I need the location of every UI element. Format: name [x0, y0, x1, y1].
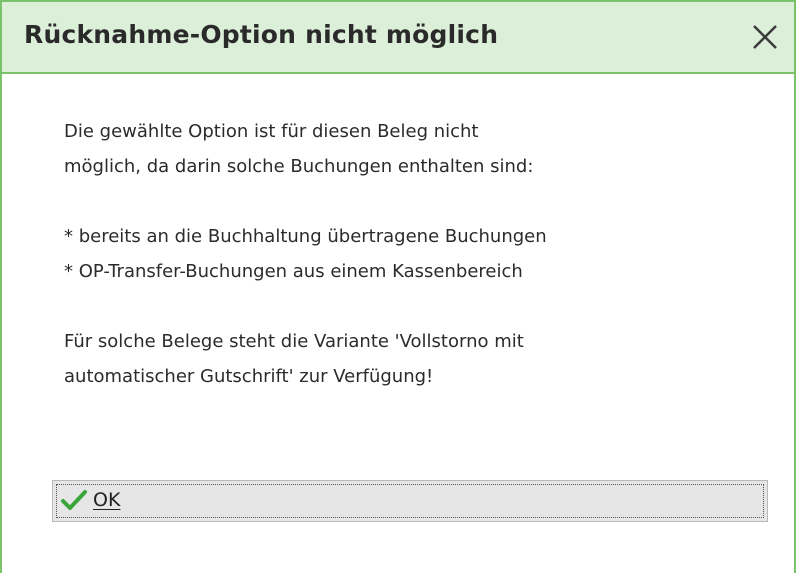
message-bullet: * OP-Transfer-Buchungen aus einem Kassen…: [64, 261, 523, 282]
message-bullet: * bereits an die Buchhaltung übertragene…: [64, 226, 547, 247]
close-button[interactable]: [748, 20, 782, 54]
dialog-title: Rücknahme-Option nicht möglich: [24, 20, 499, 49]
close-icon: [753, 25, 777, 49]
focus-outline: [56, 484, 764, 518]
ok-button-label: OK: [93, 489, 121, 511]
message-line: Für solche Belege steht die Variante 'Vo…: [64, 331, 524, 352]
message-line: möglich, da darin solche Buchungen entha…: [64, 156, 534, 177]
dialog-titlebar: Rücknahme-Option nicht möglich: [2, 2, 794, 74]
message-line: automatischer Gutschrift' zur Verfügung!: [64, 366, 434, 387]
dialog-window: Rücknahme-Option nicht möglich Die gewäh…: [0, 0, 796, 573]
message-line: Die gewählte Option ist für diesen Beleg…: [64, 121, 479, 142]
ok-button[interactable]: OK: [52, 480, 768, 522]
dialog-message: Die gewählte Option ist für diesen Beleg…: [64, 114, 764, 394]
checkmark-icon: [61, 490, 87, 510]
